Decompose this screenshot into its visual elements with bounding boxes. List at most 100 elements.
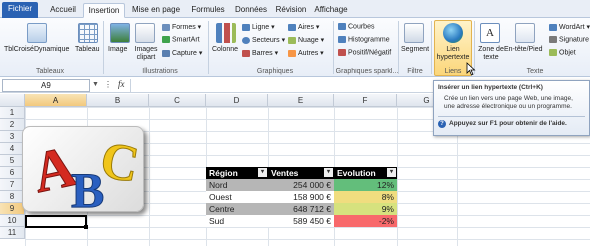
nuage-label: Nuage <box>298 37 319 44</box>
courbes-button[interactable]: Courbes <box>338 23 374 30</box>
group-texte: Texte <box>526 68 544 75</box>
tab-mise-en-page[interactable]: Mise en page <box>128 3 184 18</box>
pivot-table-icon <box>27 23 47 43</box>
row-header[interactable]: 11 <box>0 227 25 239</box>
signature-icon <box>549 36 557 43</box>
select-all-corner[interactable] <box>0 94 25 107</box>
positif-negatif-button[interactable]: Positif/Négatif <box>338 49 391 56</box>
table-cell-region[interactable]: Sud <box>206 215 268 227</box>
table-cell-evolution[interactable]: 9% <box>334 203 397 215</box>
table-cell-evolution[interactable]: 12% <box>334 179 397 191</box>
abc-letter-c: C <box>96 131 143 194</box>
dots-handle-icon[interactable]: ⋮ <box>104 80 112 89</box>
barres-button[interactable]: Barres ▾ <box>242 49 278 57</box>
formes-label: Formes <box>172 24 196 31</box>
smartart-button[interactable]: SmartArt <box>162 36 200 43</box>
smartart-label: SmartArt <box>172 36 200 44</box>
object-icon <box>549 49 557 56</box>
row-header[interactable]: 1 <box>0 107 25 119</box>
secteurs-button[interactable]: Secteurs ▾ <box>242 36 285 44</box>
secteurs-label: Secteurs <box>252 37 280 44</box>
autres-button[interactable]: Autres ▾ <box>288 49 324 57</box>
ligne-button[interactable]: Ligne ▾ <box>242 23 275 31</box>
tab-formules[interactable]: Formules <box>186 3 230 18</box>
divider <box>103 21 104 74</box>
hyperlink-label: Lien hypertexte <box>436 46 470 61</box>
divider <box>431 21 432 74</box>
abc-logo-image[interactable]: A B C <box>22 126 144 212</box>
nuage-button[interactable]: Nuage ▾ <box>288 36 324 44</box>
formula-input[interactable] <box>130 79 430 92</box>
row-header[interactable]: 10 <box>0 215 25 227</box>
tooltip-help-text: Appuyez sur F1 pour obtenir de l'aide. <box>449 120 567 127</box>
table-cell-region[interactable]: Nord <box>206 179 268 191</box>
table-cell-ventes[interactable]: 158 900 € <box>268 191 334 203</box>
table-cell-ventes[interactable]: 254 000 € <box>268 179 334 191</box>
header-label: Evolution <box>337 168 376 178</box>
image-button[interactable]: Image <box>108 46 127 53</box>
column-header[interactable]: B <box>87 94 149 107</box>
histogramme-label: Histogramme <box>348 36 390 44</box>
colonne-button[interactable]: Colonne <box>212 46 238 53</box>
tab-accueil[interactable]: Accueil <box>46 3 80 18</box>
formes-button[interactable]: Formes ▾ <box>162 23 201 31</box>
pivot-table-button[interactable]: TblCroiséDynamique <box>4 46 69 53</box>
clipart-button[interactable]: Images clipart <box>132 46 160 62</box>
help-icon: ? <box>438 120 446 128</box>
column-header[interactable]: A <box>25 94 87 107</box>
fill-handle[interactable] <box>84 225 88 229</box>
positif-label: Positif/Négatif <box>348 49 392 57</box>
objet-button[interactable]: Objet <box>549 49 576 56</box>
chevron-down-icon[interactable]: ▼ <box>92 81 99 88</box>
signature-button[interactable]: Signature <box>549 36 589 43</box>
tab-fichier[interactable]: Fichier <box>2 2 38 18</box>
histogramme-button[interactable]: Histogramme <box>338 36 390 43</box>
function-icon[interactable]: fx <box>118 79 125 89</box>
segment-button[interactable]: Segment <box>401 46 429 53</box>
header-footer-icon <box>515 23 535 43</box>
tab-affichage[interactable]: Affichage <box>310 3 352 18</box>
name-box[interactable]: A9 <box>2 79 90 92</box>
table-header-region[interactable]: Région ▾ <box>206 167 268 179</box>
barres-label: Barres <box>252 50 273 57</box>
tab-insertion[interactable]: Insertion <box>83 3 125 18</box>
capture-button[interactable]: Capture ▾ <box>162 49 202 57</box>
bar-chart-icon <box>242 49 250 57</box>
group-graphiques: Graphiques <box>256 68 294 75</box>
filter-dropdown-icon[interactable]: ▾ <box>258 168 267 177</box>
table-cell-ventes[interactable]: 648 712 € <box>268 203 334 215</box>
line-chart-icon <box>242 23 250 31</box>
table-cell-region[interactable]: Centre <box>206 203 268 215</box>
divider <box>397 107 398 246</box>
aires-button[interactable]: Aires ▾ <box>288 23 319 31</box>
header-footer-button[interactable]: En-tête/Pied <box>504 46 543 53</box>
column-header[interactable]: D <box>206 94 268 107</box>
tab-revision[interactable]: Révision <box>272 3 310 18</box>
table-cell-region[interactable]: Ouest <box>206 191 268 203</box>
column-header[interactable]: E <box>268 94 334 107</box>
tab-donnees[interactable]: Données <box>230 3 272 18</box>
table-cell-evolution[interactable]: -2% <box>334 215 397 227</box>
selected-cell[interactable] <box>25 215 87 228</box>
table-button[interactable]: Tableau <box>75 46 100 53</box>
filter-dropdown-icon[interactable]: ▾ <box>387 168 396 177</box>
autres-label: Autres <box>298 50 319 57</box>
header-label: Ventes <box>271 168 299 178</box>
textbox-button[interactable]: Zone de texte <box>477 46 505 62</box>
table-cell-evolution[interactable]: 8% <box>334 191 397 203</box>
table-header-ventes[interactable]: Ventes ▾ <box>268 167 334 179</box>
column-header[interactable]: F <box>334 94 397 107</box>
hyperlink-tooltip: Insérer un lien hypertexte (Ctrl+K) Crée… <box>433 80 590 136</box>
tooltip-help: ? Appuyez sur F1 pour obtenir de l'aide. <box>438 116 585 128</box>
table-icon <box>78 23 98 43</box>
ribbon-tabs: Fichier Accueil Insertion Mise en page F… <box>0 0 590 18</box>
table-header-evolution[interactable]: Evolution ▾ <box>334 167 397 179</box>
column-header[interactable]: C <box>149 94 206 107</box>
row-header[interactable]: 2 <box>0 119 25 131</box>
table-cell-ventes[interactable]: 589 450 € <box>268 215 334 227</box>
group-filtre: Filtre <box>407 68 423 75</box>
objet-label: Objet <box>559 49 576 57</box>
filter-dropdown-icon[interactable]: ▾ <box>324 168 333 177</box>
divider <box>149 107 150 246</box>
wordart-button[interactable]: WordArt ▾ <box>549 23 590 31</box>
